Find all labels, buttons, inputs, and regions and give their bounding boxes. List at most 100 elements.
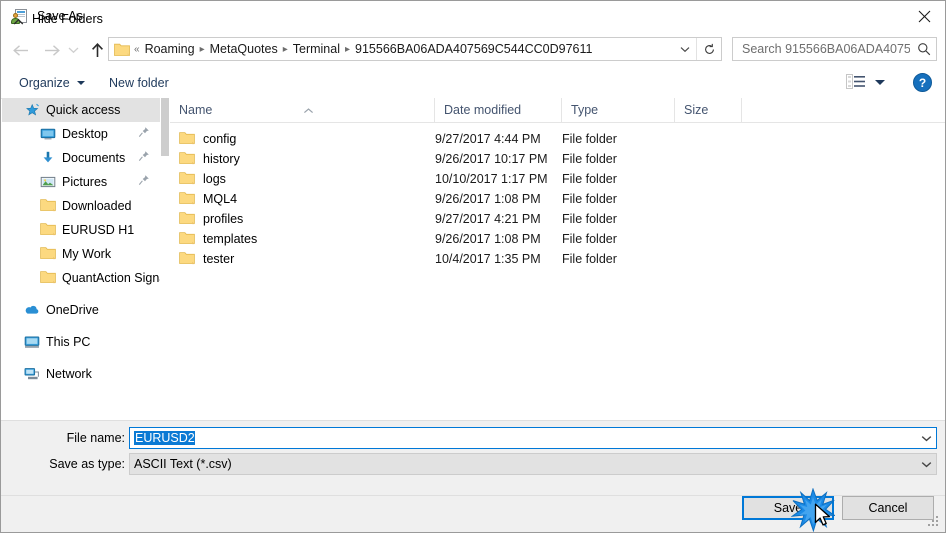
sort-ascending-icon	[303, 98, 313, 114]
sidebar-item-label: Network	[46, 367, 92, 381]
column-header-label: Type	[571, 103, 599, 117]
navigation-pane-scrollbar[interactable]	[160, 98, 170, 420]
pictures-icon	[40, 174, 56, 190]
sidebar-item-documents[interactable]: Documents	[2, 146, 160, 170]
table-row[interactable]: config 9/27/2017 4:44 PM File folder	[170, 129, 945, 149]
title-bar: Save As	[1, 1, 945, 32]
breadcrumb-chevron-icon[interactable]: ▸	[344, 44, 351, 55]
chevron-up-icon	[13, 15, 24, 25]
sidebar-item-label: EURUSD H1	[62, 223, 135, 237]
new-folder-label: New folder	[109, 75, 169, 90]
file-name-text: EURUSD2	[134, 431, 195, 445]
chevron-down-icon[interactable]	[916, 428, 936, 448]
this-pc-monitor-icon	[24, 334, 40, 350]
organize-label: Organize	[19, 75, 70, 90]
file-name: history	[203, 152, 240, 166]
cancel-button-label: Cancel	[868, 501, 908, 515]
table-row[interactable]: history 9/26/2017 10:17 PM File folder	[170, 149, 945, 169]
chevron-down-icon	[76, 80, 85, 85]
sidebar-item-this-pc[interactable]: This PC	[2, 330, 160, 354]
table-row[interactable]: profiles 9/27/2017 4:21 PM File folder	[170, 209, 945, 229]
organize-button[interactable]: Organize	[12, 71, 92, 94]
file-date-modified: 9/26/2017 10:17 PM	[435, 152, 548, 166]
search-icon[interactable]	[912, 38, 936, 60]
folder-icon	[179, 151, 195, 167]
file-list-pane: Name Date modified Type Size config 9/27…	[170, 98, 945, 420]
recent-locations-button[interactable]	[65, 38, 81, 62]
file-date-modified: 10/10/2017 1:17 PM	[435, 172, 548, 186]
file-date-modified: 10/4/2017 1:35 PM	[435, 252, 541, 266]
sidebar-item-network[interactable]: Network	[2, 362, 160, 386]
scrollbar-thumb[interactable]	[161, 98, 169, 156]
folder-icon	[179, 171, 195, 187]
file-name-value[interactable]: EURUSD2	[130, 431, 916, 445]
resize-grip-icon[interactable]	[928, 516, 941, 529]
file-date-modified: 9/27/2017 4:21 PM	[435, 212, 541, 226]
column-header-label: Size	[684, 103, 709, 117]
breadcrumb-chevron-icon[interactable]: ▸	[199, 44, 206, 55]
new-folder-button[interactable]: New folder	[102, 71, 176, 94]
column-header-type[interactable]: Type	[562, 98, 675, 122]
pin-icon[interactable]	[138, 126, 154, 142]
back-button[interactable]	[9, 38, 33, 62]
file-type: File folder	[562, 252, 617, 266]
refresh-button[interactable]	[696, 38, 721, 60]
sidebar-item-label: Downloaded	[62, 199, 132, 213]
cancel-button[interactable]: Cancel	[842, 496, 934, 520]
sidebar-item-pictures[interactable]: Pictures	[2, 170, 160, 194]
breadcrumb-item-roaming[interactable]: Roaming	[141, 40, 199, 58]
save-as-type-select[interactable]: ASCII Text (*.csv)	[129, 453, 937, 475]
column-header-label: Date modified	[444, 103, 522, 117]
address-bar[interactable]: « Roaming ▸ MetaQuotes ▸ Terminal ▸ 9155…	[108, 37, 722, 61]
sidebar-item-desktop[interactable]: Desktop	[2, 122, 160, 146]
save-button[interactable]: Save	[742, 496, 834, 520]
forward-button[interactable]	[39, 38, 63, 62]
sidebar-item-downloaded[interactable]: Downloaded	[2, 194, 160, 218]
hide-folders-button[interactable]: Hide Folders	[13, 9, 103, 29]
up-one-level-button[interactable]	[85, 38, 109, 62]
breadcrumb-item-guid[interactable]: 915566BA06ADA407569C544CC0D97611	[351, 40, 596, 58]
breadcrumb-chevron-icon[interactable]: ▸	[282, 44, 289, 55]
table-row[interactable]: MQL4 9/26/2017 1:08 PM File folder	[170, 189, 945, 209]
sidebar-item-label: Pictures	[62, 175, 108, 189]
view-options-button[interactable]	[846, 72, 885, 93]
folder-icon	[40, 198, 56, 214]
desktop-icon	[40, 126, 56, 142]
save-as-type-value: ASCII Text (*.csv)	[134, 457, 232, 471]
sidebar-item-onedrive[interactable]: OneDrive	[2, 298, 160, 322]
sidebar-item-quantaction-signal[interactable]: QuantAction Signal	[2, 266, 160, 290]
address-dropdown-button[interactable]	[674, 38, 696, 60]
help-button[interactable]: ?	[913, 73, 932, 92]
search-box[interactable]	[732, 37, 937, 61]
file-type: File folder	[562, 132, 617, 146]
file-name-input[interactable]: EURUSD2	[129, 427, 937, 449]
folder-icon	[114, 42, 130, 56]
breadcrumb-item-metaquotes[interactable]: MetaQuotes	[206, 40, 282, 58]
sidebar-item-my-work[interactable]: My Work	[2, 242, 160, 266]
breadcrumb-item-terminal[interactable]: Terminal	[289, 40, 344, 58]
column-header-date-modified[interactable]: Date modified	[435, 98, 562, 122]
close-button[interactable]	[901, 1, 945, 31]
documents-download-icon	[40, 150, 56, 166]
file-type: File folder	[562, 212, 617, 226]
search-input[interactable]	[740, 41, 912, 57]
table-row[interactable]: logs 10/10/2017 1:17 PM File folder	[170, 169, 945, 189]
column-header-name[interactable]: Name	[170, 98, 435, 122]
folder-icon	[40, 246, 56, 262]
file-type: File folder	[562, 232, 617, 246]
pin-icon[interactable]	[138, 174, 154, 190]
column-header-size[interactable]: Size	[675, 98, 742, 122]
table-row[interactable]: templates 9/26/2017 1:08 PM File folder	[170, 229, 945, 249]
sidebar-item-label: My Work	[62, 247, 112, 261]
sidebar-item-label: QuantAction Signal	[62, 271, 160, 285]
breadcrumb-overflow[interactable]: «	[133, 44, 141, 55]
table-row[interactable]: tester 10/4/2017 1:35 PM File folder	[170, 249, 945, 269]
chevron-down-icon[interactable]	[916, 454, 936, 474]
pin-icon[interactable]	[138, 150, 154, 166]
command-bar: Organize New folder ?	[1, 67, 945, 99]
sidebar-item-eurusd-h1[interactable]: EURUSD H1	[2, 218, 160, 242]
file-date-modified: 9/26/2017 1:08 PM	[435, 232, 541, 246]
sidebar-item-quick-access[interactable]: Quick access	[2, 98, 160, 122]
